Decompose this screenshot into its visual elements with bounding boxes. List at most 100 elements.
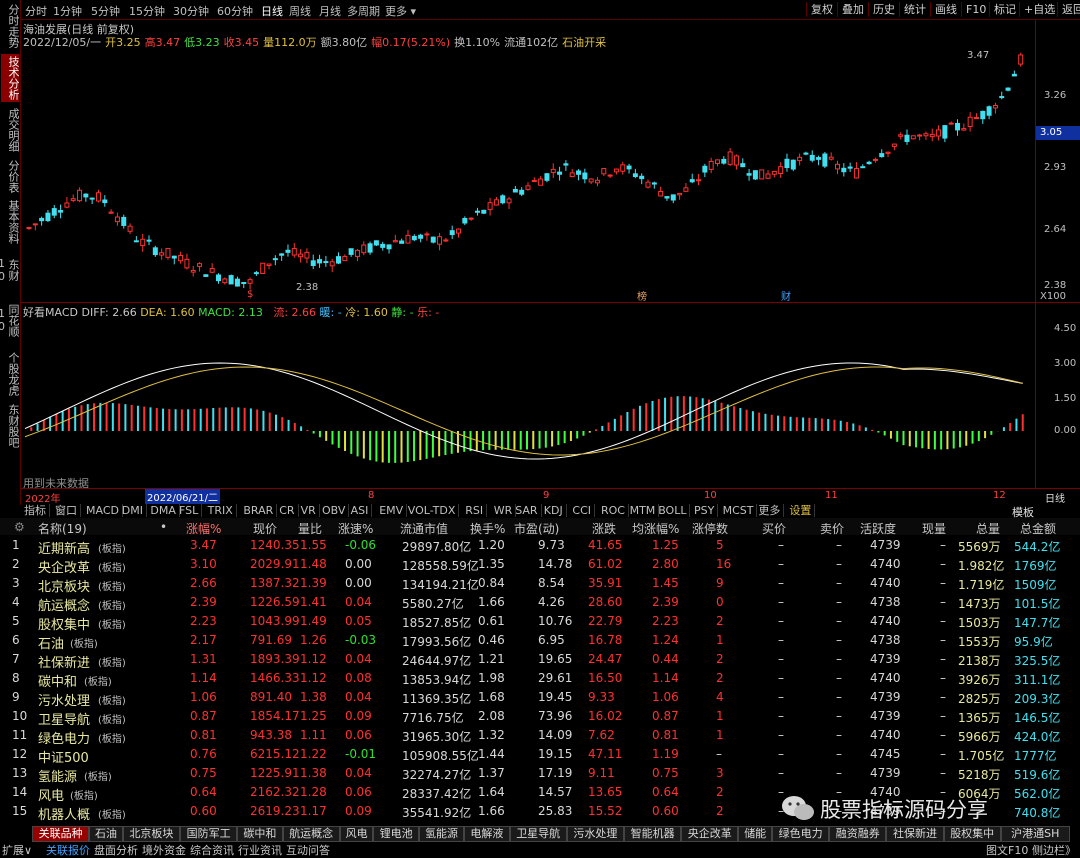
col-limit-up[interactable]: 涨停数 (692, 520, 728, 537)
table-row[interactable]: 8 碳中和 (板指) 1.14 1466.33 1.12 0.08 13853.94亿 1.98… (0, 669, 1080, 690)
indicator-tab[interactable]: MCST (720, 504, 758, 517)
col-float-cap[interactable]: 流通市值 (400, 520, 448, 537)
col-activity[interactable]: 活跃度 (860, 520, 896, 537)
vtab-eastmoney10[interactable]: 东财10 (0, 250, 20, 290)
bottom-tab[interactable]: 关联品种 (32, 826, 90, 842)
indicator-tab[interactable]: PSY (691, 504, 719, 517)
vtab-guba[interactable]: 东财股吧 (1, 402, 20, 450)
indicator-tab[interactable]: BRAR (240, 504, 278, 517)
bottom-tab[interactable]: 社保新进 (886, 826, 944, 842)
col-amount[interactable]: 总金额 (1020, 520, 1056, 537)
table-row[interactable]: 9 污水处理 (板指) 1.06 891.40 1.38 0.04 11369.35亿 1.68… (0, 688, 1080, 709)
indicator-tab[interactable]: RSI (462, 504, 488, 517)
period-1min[interactable]: 1分钟 (53, 3, 82, 19)
col-speed[interactable]: 涨速% (338, 520, 373, 537)
kline-chart[interactable] (21, 20, 1035, 302)
vtab-tech-analysis[interactable]: 技术分析 (1, 54, 20, 102)
col-pe[interactable]: 市盈(动) (514, 520, 559, 537)
indicator-tab[interactable]: CR (276, 504, 299, 517)
bottom-tab[interactable]: 储能 (738, 826, 772, 842)
col-ask[interactable]: 卖价 (820, 520, 844, 537)
btn-f10[interactable]: F10 (961, 2, 990, 17)
bottom-tab[interactable]: 石油 (89, 826, 123, 842)
indicator-tab[interactable]: EMV (376, 504, 408, 517)
indicator-tab[interactable]: MACD (83, 504, 123, 517)
table-row[interactable]: 11 绿色电力 (板指) 0.81 943.38 1.11 0.06 31965.30亿 1.3… (0, 726, 1080, 747)
period-30min[interactable]: 30分钟 (173, 3, 209, 19)
period-60min[interactable]: 60分钟 (217, 3, 253, 19)
indicator-tab[interactable]: VOL-TDX (405, 504, 460, 517)
btn-draw[interactable]: 画线 (930, 2, 961, 17)
vtab-basic-info[interactable]: 基本资料 (1, 198, 20, 246)
indicator-tab[interactable]: VR (298, 504, 320, 517)
btn-add-watch[interactable]: +自选 (1019, 2, 1059, 17)
col-change[interactable]: 涨幅% (186, 520, 221, 537)
indicator-tab[interactable]: 设置 (786, 504, 816, 517)
bottom-tab[interactable]: 污水处理 (566, 826, 624, 842)
indicator-tab[interactable]: DMI (119, 504, 148, 517)
col-cur-vol[interactable]: 现量 (922, 520, 946, 537)
table-row[interactable]: 6 石油 (板指) 2.17 791.69 1.26 -0.03 17993.56亿 0.46 6… (0, 631, 1080, 652)
vtab-trade-detail[interactable]: 成交明细 (1, 106, 20, 154)
btn-mark[interactable]: 标记 (989, 2, 1020, 17)
macd-chart[interactable] (21, 303, 1035, 488)
indicator-tab[interactable]: TRIX (205, 504, 237, 517)
bottom-tab[interactable]: 智能机器 (624, 826, 682, 842)
period-multi[interactable]: 多周期 (347, 3, 380, 19)
vtab-timeshare[interactable]: 分时走势 (1, 2, 20, 50)
col-total-vol[interactable]: 总量 (976, 520, 1000, 537)
col-avg-change[interactable]: 均涨幅% (632, 520, 679, 537)
indicator-tab[interactable]: 指标 (21, 504, 50, 517)
period-daily[interactable]: 日线 (261, 3, 283, 19)
vtab-ths10[interactable]: 同花顺10 (0, 294, 20, 346)
bottom-tab[interactable]: 股权集中 (943, 826, 1001, 842)
marker-cai[interactable]: 财 (781, 288, 791, 303)
col-vol-ratio[interactable]: 量比 (298, 520, 322, 537)
bottom-tab[interactable]: 碳中和 (237, 826, 283, 842)
bottom-tab[interactable]: 风电 (339, 826, 374, 842)
col-diff[interactable]: 涨跌 (592, 520, 616, 537)
col-name[interactable]: 名称(19) (38, 520, 87, 537)
bottom-tab[interactable]: 国防军工 (180, 826, 238, 842)
indicator-tab[interactable]: 更多 (755, 504, 785, 517)
period-monthly[interactable]: 月线 (319, 3, 341, 19)
bottom-tab[interactable]: 沪港通SH (1000, 826, 1070, 842)
bottom-tab[interactable]: 绿色电力 (772, 826, 830, 842)
table-row[interactable]: 13 氢能源 (板指) 0.75 1225.91 1.38 0.04 32274.27亿 1.3… (0, 764, 1080, 785)
table-row[interactable]: 12 中证500 0.76 6215.12 1.22 -0.01 105908.55亿 1.4… (0, 745, 1080, 766)
macd-chart-area[interactable]: 好看MACD DIFF: 2.66 DEA: 1.60 MACD: 2.13 流… (21, 303, 1035, 490)
bottom-tab[interactable]: 北京板块 (122, 826, 180, 842)
btn-overlay[interactable]: 叠加 (837, 2, 868, 17)
indicator-tab[interactable]: SAR (512, 504, 542, 517)
bottom-tab[interactable]: 卫星导航 (509, 826, 567, 842)
table-row[interactable]: 10 卫星导航 (板指) 0.87 1854.17 1.25 0.09 7716.75亿 2.0… (0, 707, 1080, 728)
marker-dollar[interactable]: $ (247, 289, 253, 300)
indicator-tab[interactable]: KDJ (541, 504, 567, 517)
period-timeshare[interactable]: 分时 (25, 3, 47, 19)
period-5min[interactable]: 5分钟 (91, 3, 120, 19)
period-weekly[interactable]: 周线 (289, 3, 311, 19)
table-row[interactable]: 3 北京板块 (板指) 2.66 1387.32 1.39 0.00 134194.21亿 0.… (0, 574, 1080, 595)
vtab-dragon-tiger[interactable]: 个股龙虎 (1, 350, 20, 398)
settings-gear-icon[interactable]: ⚙ (14, 520, 25, 534)
indicator-tab[interactable]: CCI (569, 504, 595, 517)
btn-back[interactable]: 返回 (1057, 2, 1080, 17)
bottom-tab[interactable]: 锂电池 (373, 826, 419, 842)
bottom-tab[interactable]: 融资融券 (829, 826, 887, 842)
col-turnover[interactable]: 换手% (470, 520, 505, 537)
btn-stats[interactable]: 统计 (899, 2, 930, 17)
indicator-tab[interactable]: ROC (598, 504, 629, 517)
indicator-tab[interactable]: 窗口 (52, 504, 81, 517)
table-row[interactable]: 1 近期新高 (板指) 3.47 1240.35 1.55 -0.06 29897.80亿 1.… (0, 536, 1080, 557)
bottom-tab[interactable]: 氢能源 (418, 826, 465, 842)
marker-bang[interactable]: 榜 (637, 288, 647, 303)
vtab-price-table[interactable]: 分价表 (1, 158, 20, 194)
indicator-tab[interactable]: ASI (348, 504, 373, 517)
indicator-tab[interactable]: OBV (319, 504, 350, 517)
price-chart-area[interactable]: 海油发展(日线 前复权) 2022/12/05/一 开3.25 高3.47 低3.23… (21, 20, 1035, 303)
table-row[interactable]: 4 航运概念 (板指) 2.39 1226.59 1.41 0.04 5580.27亿 1.66… (0, 593, 1080, 614)
indicator-tab[interactable]: BOLL (655, 504, 691, 517)
col-price[interactable]: 现价 (253, 520, 277, 537)
bottom-tab[interactable]: 航运概念 (282, 826, 340, 842)
table-row[interactable]: 2 央企改革 (板指) 3.10 2029.91 1.48 0.00 128558.59亿 1.… (0, 555, 1080, 576)
